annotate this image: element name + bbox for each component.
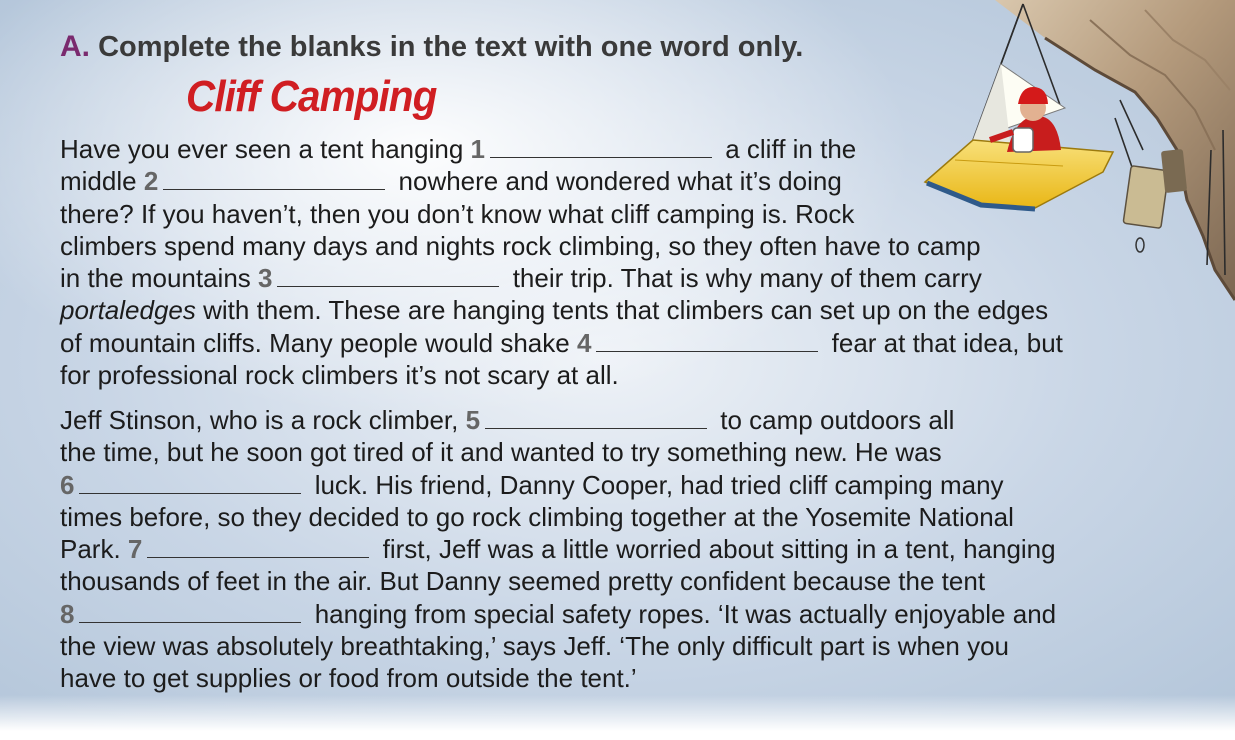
text-line: the view was absolutely breathtaking,’ s… bbox=[60, 631, 1010, 662]
text-line: the time, but he soon got tired of it an… bbox=[60, 437, 942, 468]
gap-number: 4 bbox=[576, 327, 592, 358]
text-line: Jeff Stinson, who is a rock climber, 5 t… bbox=[60, 405, 955, 435]
text-line: 6 luck. His friend, Danny Cooper, had tr… bbox=[60, 469, 1004, 500]
paragraph-1: Have you ever seen a tent hanging 1 a cl… bbox=[60, 133, 1200, 391]
text-line: Have you ever seen a tent hanging 1 a cl… bbox=[60, 134, 857, 164]
exercise-instruction: Complete the blanks in the text with one… bbox=[98, 31, 804, 63]
text-line: in the mountains 3 their trip. That is w… bbox=[60, 263, 982, 294]
blank-5[interactable] bbox=[485, 406, 708, 429]
text-line: there? If you haven’t, then you don’t kn… bbox=[60, 198, 855, 229]
text-line: Park. 7 first, Jeff was a little worried… bbox=[60, 534, 1056, 565]
exercise-letter: A. bbox=[60, 30, 90, 63]
background-fade bbox=[0, 695, 1235, 740]
text-line: have to get supplies or food from outsid… bbox=[60, 663, 637, 694]
blank-7[interactable] bbox=[147, 535, 370, 559]
gap-number: 7 bbox=[127, 534, 143, 565]
text-line: portaledges with them. These are hanging… bbox=[60, 295, 1049, 326]
blank-3[interactable] bbox=[277, 264, 500, 288]
blank-6[interactable] bbox=[79, 471, 302, 494]
gap-number: 5 bbox=[465, 405, 481, 435]
article-title: Cliff Camping bbox=[186, 72, 437, 121]
blank-2[interactable] bbox=[163, 167, 386, 191]
text-line: 8 hanging from special safety ropes. ‘It… bbox=[60, 598, 1057, 629]
gap-number: 3 bbox=[258, 263, 273, 294]
text-line: middle 2 nowhere and wondered what it’s … bbox=[60, 166, 842, 197]
blank-1[interactable] bbox=[489, 135, 712, 158]
text-line: for professional rock climbers it’s not … bbox=[60, 360, 619, 391]
text-line: times before, so they decided to go rock… bbox=[60, 501, 1014, 532]
gap-number: 2 bbox=[143, 166, 159, 197]
gap-number: 8 bbox=[60, 598, 75, 629]
paragraph-2: Jeff Stinson, who is a rock climber, 5 t… bbox=[60, 404, 1200, 695]
text-line: of mountain cliffs. Many people would sh… bbox=[60, 327, 1063, 358]
text-line: climbers spend many days and nights rock… bbox=[60, 230, 981, 261]
blank-8[interactable] bbox=[79, 600, 302, 623]
gap-number: 1 bbox=[470, 134, 485, 164]
italic-term: portaledges bbox=[60, 295, 196, 326]
gap-number: 6 bbox=[60, 469, 75, 500]
text-line: thousands of feet in the air. But Danny … bbox=[60, 566, 986, 597]
exercise-heading: A. Complete the blanks in the text with … bbox=[60, 30, 803, 64]
blank-4[interactable] bbox=[596, 329, 819, 352]
